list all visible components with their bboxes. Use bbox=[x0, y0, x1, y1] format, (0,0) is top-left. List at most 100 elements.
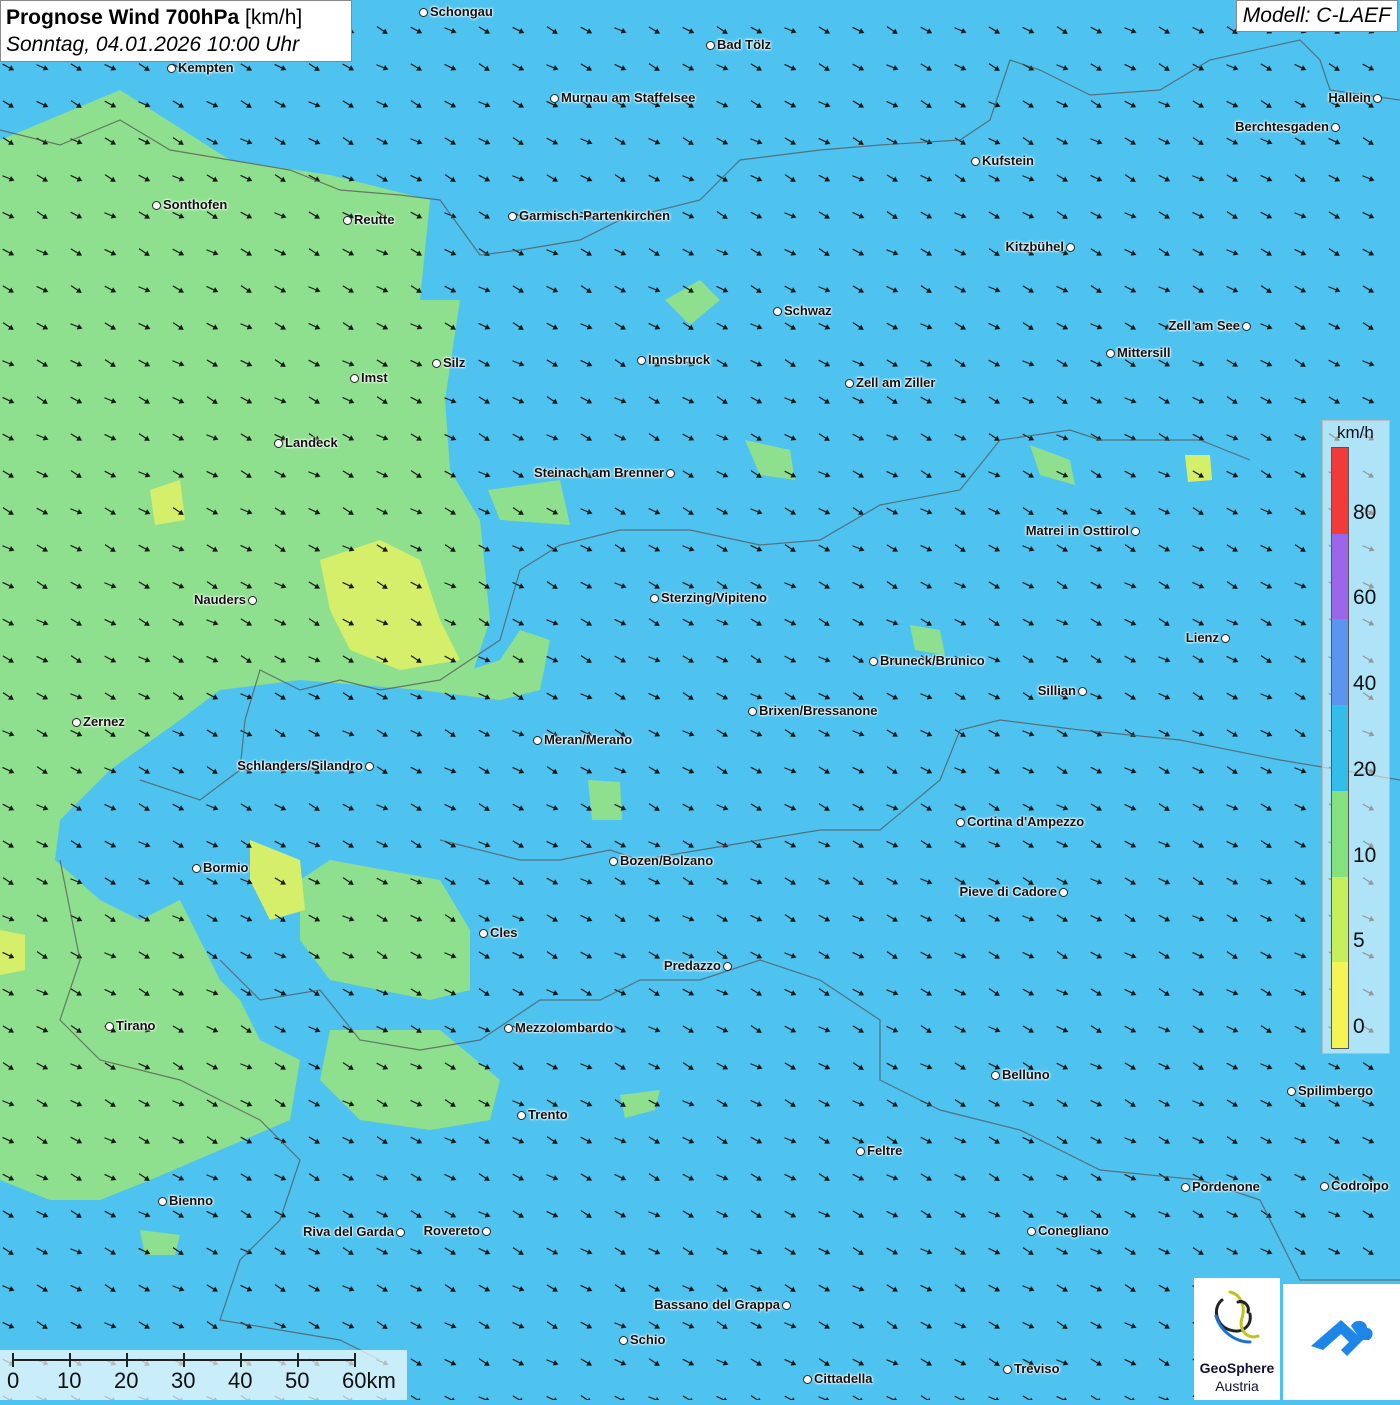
city-label: Riva del Garda bbox=[302, 1224, 394, 1239]
city-marker bbox=[1242, 322, 1251, 331]
city-marker bbox=[482, 1227, 491, 1236]
city-marker bbox=[158, 1197, 167, 1206]
app-arrow-icon bbox=[1311, 1320, 1373, 1356]
city-marker bbox=[343, 216, 352, 225]
city-label: Sillian bbox=[1037, 683, 1076, 698]
city-marker bbox=[1131, 527, 1140, 536]
scale-tick bbox=[126, 1353, 128, 1367]
city-label: Conegliano bbox=[1038, 1223, 1109, 1238]
legend-swatch bbox=[1332, 619, 1348, 706]
city-marker bbox=[856, 1147, 865, 1156]
city-marker bbox=[365, 762, 374, 771]
map-title: Prognose Wind 700hPa [km/h] bbox=[6, 4, 346, 32]
city-marker bbox=[1066, 243, 1075, 252]
city-label: Zell am Ziller bbox=[856, 375, 936, 390]
city-label: Bormio bbox=[203, 860, 249, 875]
city-marker bbox=[782, 1301, 791, 1310]
city-label: Pordenone bbox=[1192, 1179, 1260, 1194]
legend-label: 40 bbox=[1353, 672, 1377, 696]
city-label: Schlanders/Silandro bbox=[237, 758, 363, 773]
city-label: Bruneck/Brunico bbox=[880, 653, 985, 668]
city-label: Steinach am Brenner bbox=[533, 465, 664, 480]
legend-color-bar bbox=[1331, 447, 1349, 1049]
city-label: Tirano bbox=[116, 1018, 156, 1033]
legend-label: 10 bbox=[1353, 843, 1377, 867]
scale-bar: 0 10 20 30 40 50 60km bbox=[0, 1350, 407, 1400]
city-label: Kempten bbox=[178, 60, 234, 75]
city-label: Trento bbox=[528, 1107, 568, 1122]
city-marker bbox=[105, 1022, 114, 1031]
scale-label: 60km bbox=[342, 1368, 396, 1393]
city-label: Cles bbox=[490, 925, 518, 940]
city-marker bbox=[504, 1024, 513, 1033]
scale-tick bbox=[69, 1353, 71, 1367]
scale-label: 20 bbox=[114, 1368, 139, 1393]
city-label: Pieve di Cadore bbox=[959, 884, 1057, 899]
map-subtitle: Sonntag, 04.01.2026 10:00 Uhr bbox=[6, 33, 300, 56]
color-legend: km/h 80 60 40 20 10 5 0 bbox=[1322, 420, 1390, 1054]
city-marker bbox=[1320, 1182, 1329, 1191]
city-marker bbox=[550, 94, 559, 103]
scale-tick bbox=[354, 1353, 356, 1367]
city-marker bbox=[991, 1071, 1000, 1080]
legend-swatch bbox=[1332, 448, 1348, 535]
city-marker bbox=[1059, 888, 1068, 897]
legend-label: 20 bbox=[1353, 757, 1377, 781]
city-marker bbox=[619, 1336, 628, 1345]
city-label: Matrei in Osttirol bbox=[1025, 523, 1129, 538]
legend-swatch bbox=[1332, 962, 1348, 1049]
city-marker bbox=[706, 41, 715, 50]
city-marker bbox=[248, 596, 257, 605]
city-label: Berchtesgaden bbox=[1235, 119, 1329, 134]
city-marker bbox=[1287, 1087, 1296, 1096]
scale-tick bbox=[183, 1353, 185, 1367]
city-marker bbox=[1106, 349, 1115, 358]
city-marker bbox=[1373, 94, 1382, 103]
geosphere-logo: GeoSphere Austria bbox=[1194, 1278, 1280, 1400]
city-label: Mittersill bbox=[1117, 345, 1171, 360]
city-marker bbox=[637, 356, 646, 365]
city-marker bbox=[1078, 687, 1087, 696]
legend-swatch bbox=[1332, 790, 1348, 878]
legend-label: 60 bbox=[1353, 586, 1377, 610]
legend-unit: km/h bbox=[1337, 423, 1374, 442]
city-marker bbox=[971, 157, 980, 166]
city-label: Spilimbergo bbox=[1298, 1083, 1374, 1098]
title-bold: Prognose Wind 700hPa bbox=[6, 6, 240, 29]
legend-swatch bbox=[1332, 533, 1348, 620]
city-label: Cittadella bbox=[814, 1371, 873, 1386]
city-label: Imst bbox=[361, 370, 388, 385]
city-marker bbox=[419, 8, 428, 17]
legend-swatch bbox=[1332, 705, 1348, 792]
legend-label: 0 bbox=[1353, 1015, 1365, 1038]
city-marker bbox=[1331, 123, 1340, 132]
city-label: Bozen/Bolzano bbox=[620, 853, 714, 868]
city-marker bbox=[650, 594, 659, 603]
city-label: Cortina d'Ampezzo bbox=[967, 814, 1085, 829]
city-marker bbox=[748, 707, 757, 716]
scale-tick bbox=[240, 1353, 242, 1367]
city-label: Murnau am Staffelsee bbox=[561, 90, 696, 105]
city-label: Bassano del Grappa bbox=[654, 1297, 780, 1312]
city-marker bbox=[396, 1228, 405, 1237]
city-marker bbox=[773, 307, 782, 316]
geosphere-country: Austria bbox=[1215, 1378, 1259, 1394]
city-marker bbox=[432, 359, 441, 368]
city-label: Nauders bbox=[193, 592, 246, 607]
legend-label: 5 bbox=[1353, 929, 1365, 953]
city-marker bbox=[350, 374, 359, 383]
city-label: Belluno bbox=[1002, 1067, 1050, 1082]
city-label: Kitzbühel bbox=[1005, 239, 1065, 254]
city-label: Predazzo bbox=[663, 958, 721, 973]
city-label: Meran/Merano bbox=[544, 732, 633, 747]
scale-label: 50 bbox=[285, 1368, 310, 1393]
scale-label: 0 bbox=[7, 1368, 20, 1393]
city-marker bbox=[609, 857, 618, 866]
city-label: Bienno bbox=[169, 1193, 214, 1208]
city-marker bbox=[72, 718, 81, 727]
city-label: Schwaz bbox=[784, 303, 832, 318]
legend-swatch bbox=[1332, 876, 1348, 963]
scale-label: 10 bbox=[57, 1368, 82, 1393]
city-label: Codroipo bbox=[1331, 1178, 1389, 1193]
city-marker bbox=[152, 201, 161, 210]
